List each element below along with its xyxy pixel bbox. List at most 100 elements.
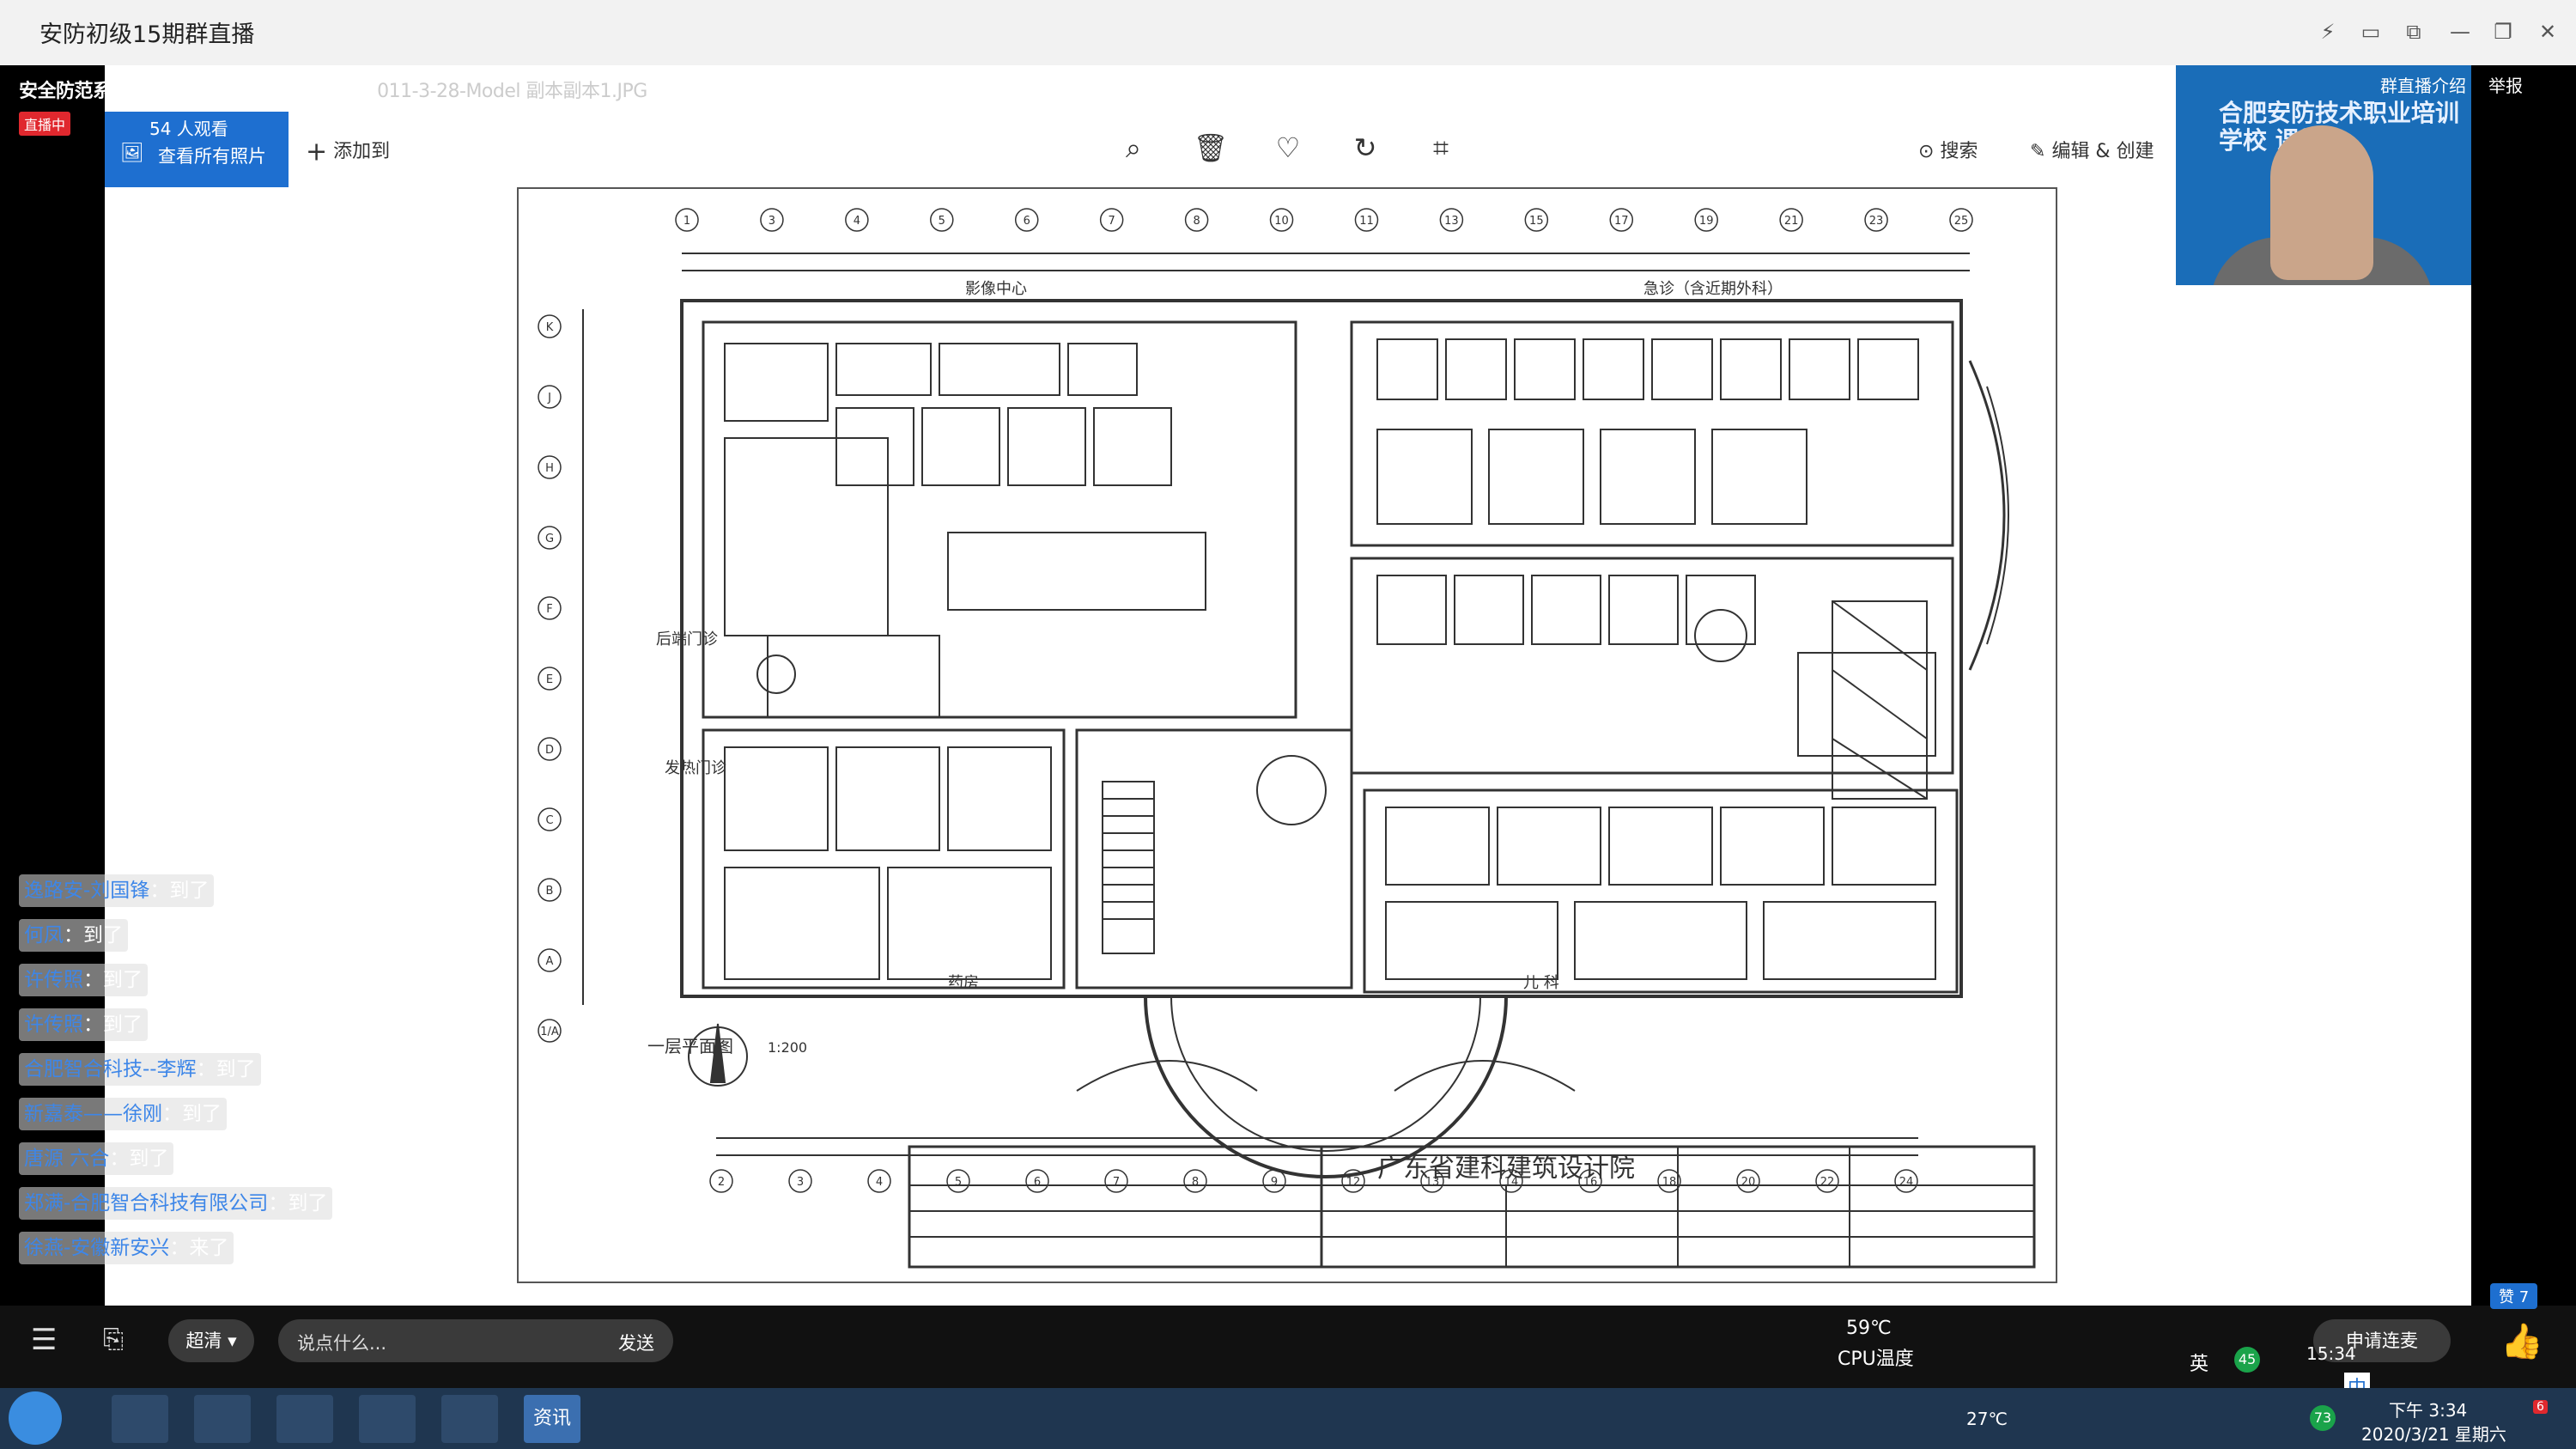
grid-axis-label: 8 — [1193, 215, 1200, 228]
like-count: 赞 7 — [2490, 1283, 2538, 1309]
grid-axis-label: C — [545, 814, 553, 827]
chat-message: 合肥智合科技--李辉：到了 — [19, 1053, 261, 1086]
edit-create-button[interactable]: ✎ 编辑 & 创建 — [2030, 136, 2154, 163]
thumbs-up-icon[interactable]: 👍 — [2500, 1321, 2543, 1361]
chat-message: 逸路安-刘国锋：到了 — [19, 874, 215, 907]
edit-icon: ✎ — [2030, 141, 2046, 162]
chat-user[interactable]: 逸路安-刘国锋 — [24, 880, 149, 902]
chat-user[interactable]: 新嘉泰——徐刚 — [24, 1103, 162, 1125]
grid-axis-label: J — [547, 392, 551, 405]
chat-message: 唐源 六合：到了 — [19, 1142, 174, 1175]
chat-user[interactable]: 合肥智合科技--李辉 — [24, 1058, 197, 1081]
grid-axis-label: 13 — [1444, 215, 1459, 228]
fullscreen-icon[interactable]: ⤢ — [2430, 1256, 2458, 1295]
add-to-button[interactable]: + 添加到 — [306, 136, 390, 167]
news-taskbar-button[interactable]: 资讯 — [524, 1395, 580, 1443]
grid-axis-label: A — [546, 955, 554, 968]
report-link[interactable]: 举报 — [2488, 72, 2523, 97]
clock-date[interactable]: 2020/3/21 星期六 — [2361, 1421, 2506, 1446]
grid-axis-label: 5 — [939, 215, 945, 228]
news-taskbar-label: 资讯 — [532, 1408, 571, 1429]
chat-user[interactable]: 许传照 — [24, 969, 83, 991]
word-taskbar-icon[interactable] — [112, 1395, 168, 1443]
grid-axis-label: 19 — [1699, 215, 1714, 228]
plan-scale: 1:200 — [768, 1039, 807, 1056]
chat-text: ：来了 — [169, 1237, 229, 1259]
grid-axis-label: H — [545, 462, 554, 475]
chat-message: 新嘉泰——徐刚：到了 — [19, 1098, 227, 1130]
grid-axis-label: 7 — [1113, 1176, 1120, 1189]
search-button[interactable]: ⊙ 搜索 — [1918, 136, 1978, 163]
notification-badge: 6 — [2533, 1400, 2548, 1414]
view-all-photos-button[interactable]: 54 人观看 🖼 查看所有照片 — [105, 112, 289, 187]
grid-axis-label: 7 — [1109, 215, 1115, 228]
plan-label-emergency: 急诊（含近期外科） — [1643, 280, 1783, 298]
file-name: 011-3-28-Model 副本副本1.JPG — [377, 81, 647, 102]
grid-axis-label: 21 — [1784, 215, 1799, 228]
chat-user[interactable]: 郑满-合肥智合科技有限公司 — [24, 1192, 268, 1215]
popout-icon[interactable]: ⧉ — [2399, 17, 2428, 46]
crop-icon[interactable]: ⌗ — [1422, 129, 1460, 167]
grid-axis-label: 12 — [1346, 1176, 1361, 1189]
weather-tray[interactable]: 27℃ — [1966, 1409, 2008, 1429]
clock-time[interactable]: 下午 3:34 — [2389, 1397, 2467, 1422]
qq-taskbar-icon[interactable] — [441, 1395, 498, 1443]
grid-axis-label: D — [545, 744, 554, 757]
flash-icon[interactable]: ⚡ — [2313, 17, 2342, 46]
rotate-icon[interactable]: ↻ — [1346, 129, 1384, 167]
chat-text: ：到了 — [83, 969, 143, 991]
chat-user[interactable]: 何凤 — [24, 924, 64, 947]
delete-icon[interactable]: 🗑 — [1192, 129, 1230, 167]
restore-button[interactable]: ❐ — [2488, 17, 2518, 46]
folder-taskbar-icon[interactable] — [194, 1395, 251, 1443]
chat-user[interactable]: 唐源 六合 — [24, 1148, 109, 1170]
chat-input[interactable]: 说点什么... 发送 — [278, 1319, 673, 1362]
add-to-label: 添加到 — [333, 141, 391, 162]
battery-badge: 45 — [2234, 1347, 2260, 1373]
tray-badge: 73 — [2310, 1405, 2336, 1431]
picture-icon: 🖼 — [120, 143, 144, 164]
chat-user[interactable]: 许传照 — [24, 1014, 83, 1036]
grid-axis-label: 9 — [1271, 1176, 1278, 1189]
grid-axis-label: 4 — [854, 215, 860, 228]
minimize-button[interactable]: — — [2445, 17, 2475, 46]
grid-axis-label: 2 — [718, 1176, 725, 1189]
chevron-down-icon: ▾ — [228, 1330, 237, 1351]
language-indicator[interactable]: 英 — [2190, 1349, 2208, 1376]
chat-text: ：到了 — [109, 1148, 169, 1170]
chat-message: 许传照：到了 — [19, 1008, 148, 1041]
favorite-icon[interactable]: ♡ — [1269, 129, 1307, 167]
close-button[interactable]: ✕ — [2533, 17, 2562, 46]
grid-axis-label: 5 — [955, 1176, 962, 1189]
chat-text: ：到了 — [83, 1014, 143, 1036]
intro-link[interactable]: 群直播介绍 — [2380, 72, 2466, 97]
grid-axis-label: E — [546, 673, 553, 686]
course-title: 安全防范系统安装维护员（基础-初级）课程 — [19, 81, 378, 102]
live-control-bar: ☰ ⎘ 超清 ▾ 说点什么... 发送 59℃ CPU温度 申请连麦 赞 7 👍… — [0, 1256, 2576, 1400]
grid-axis-label: 8 — [1192, 1176, 1199, 1189]
start-button[interactable] — [9, 1391, 62, 1445]
zoom-in-icon[interactable]: ⌕ — [1115, 129, 1152, 167]
grid-axis-label: 1 — [683, 215, 690, 228]
grid-axis-label: 22 — [1820, 1176, 1835, 1189]
pip-icon[interactable]: ▭ — [2356, 17, 2385, 46]
chat-message: 徐燕-安徽新安兴：来了 — [19, 1232, 234, 1264]
chat-list-icon[interactable]: ☰ — [31, 1323, 57, 1357]
grid-axis-label: F — [546, 603, 552, 616]
window-title: 安防初级15期群直播 — [39, 21, 255, 48]
share-icon[interactable]: ⎘ — [103, 1324, 124, 1355]
plan-label-pharmacy: 药房 — [948, 974, 979, 992]
send-button[interactable]: 发送 — [618, 1330, 654, 1355]
grid-axis-label: 10 — [1274, 215, 1289, 228]
window-titlebar: 安防初级15期群直播 ⚡ ▭ ⧉ — ❐ ✕ — [0, 0, 2576, 66]
floor-plan-image: 影像中心 急诊（含近期外科） 药房 儿 科 后端门诊 发热门诊 一层平面图 1:… — [517, 187, 2057, 1283]
grid-axis-label: 3 — [769, 215, 775, 228]
excel-taskbar-icon[interactable] — [276, 1395, 333, 1443]
grid-axis-label: 20 — [1741, 1176, 1756, 1189]
chat-user[interactable]: 徐燕-安徽新安兴 — [24, 1237, 169, 1259]
chat-text: ：到了 — [162, 1103, 222, 1125]
quality-select[interactable]: 超清 ▾ — [168, 1319, 254, 1362]
grid-axis-label: 15 — [1529, 215, 1544, 228]
browser-taskbar-icon[interactable] — [359, 1395, 416, 1443]
chat-message: 许传照：到了 — [19, 964, 148, 996]
